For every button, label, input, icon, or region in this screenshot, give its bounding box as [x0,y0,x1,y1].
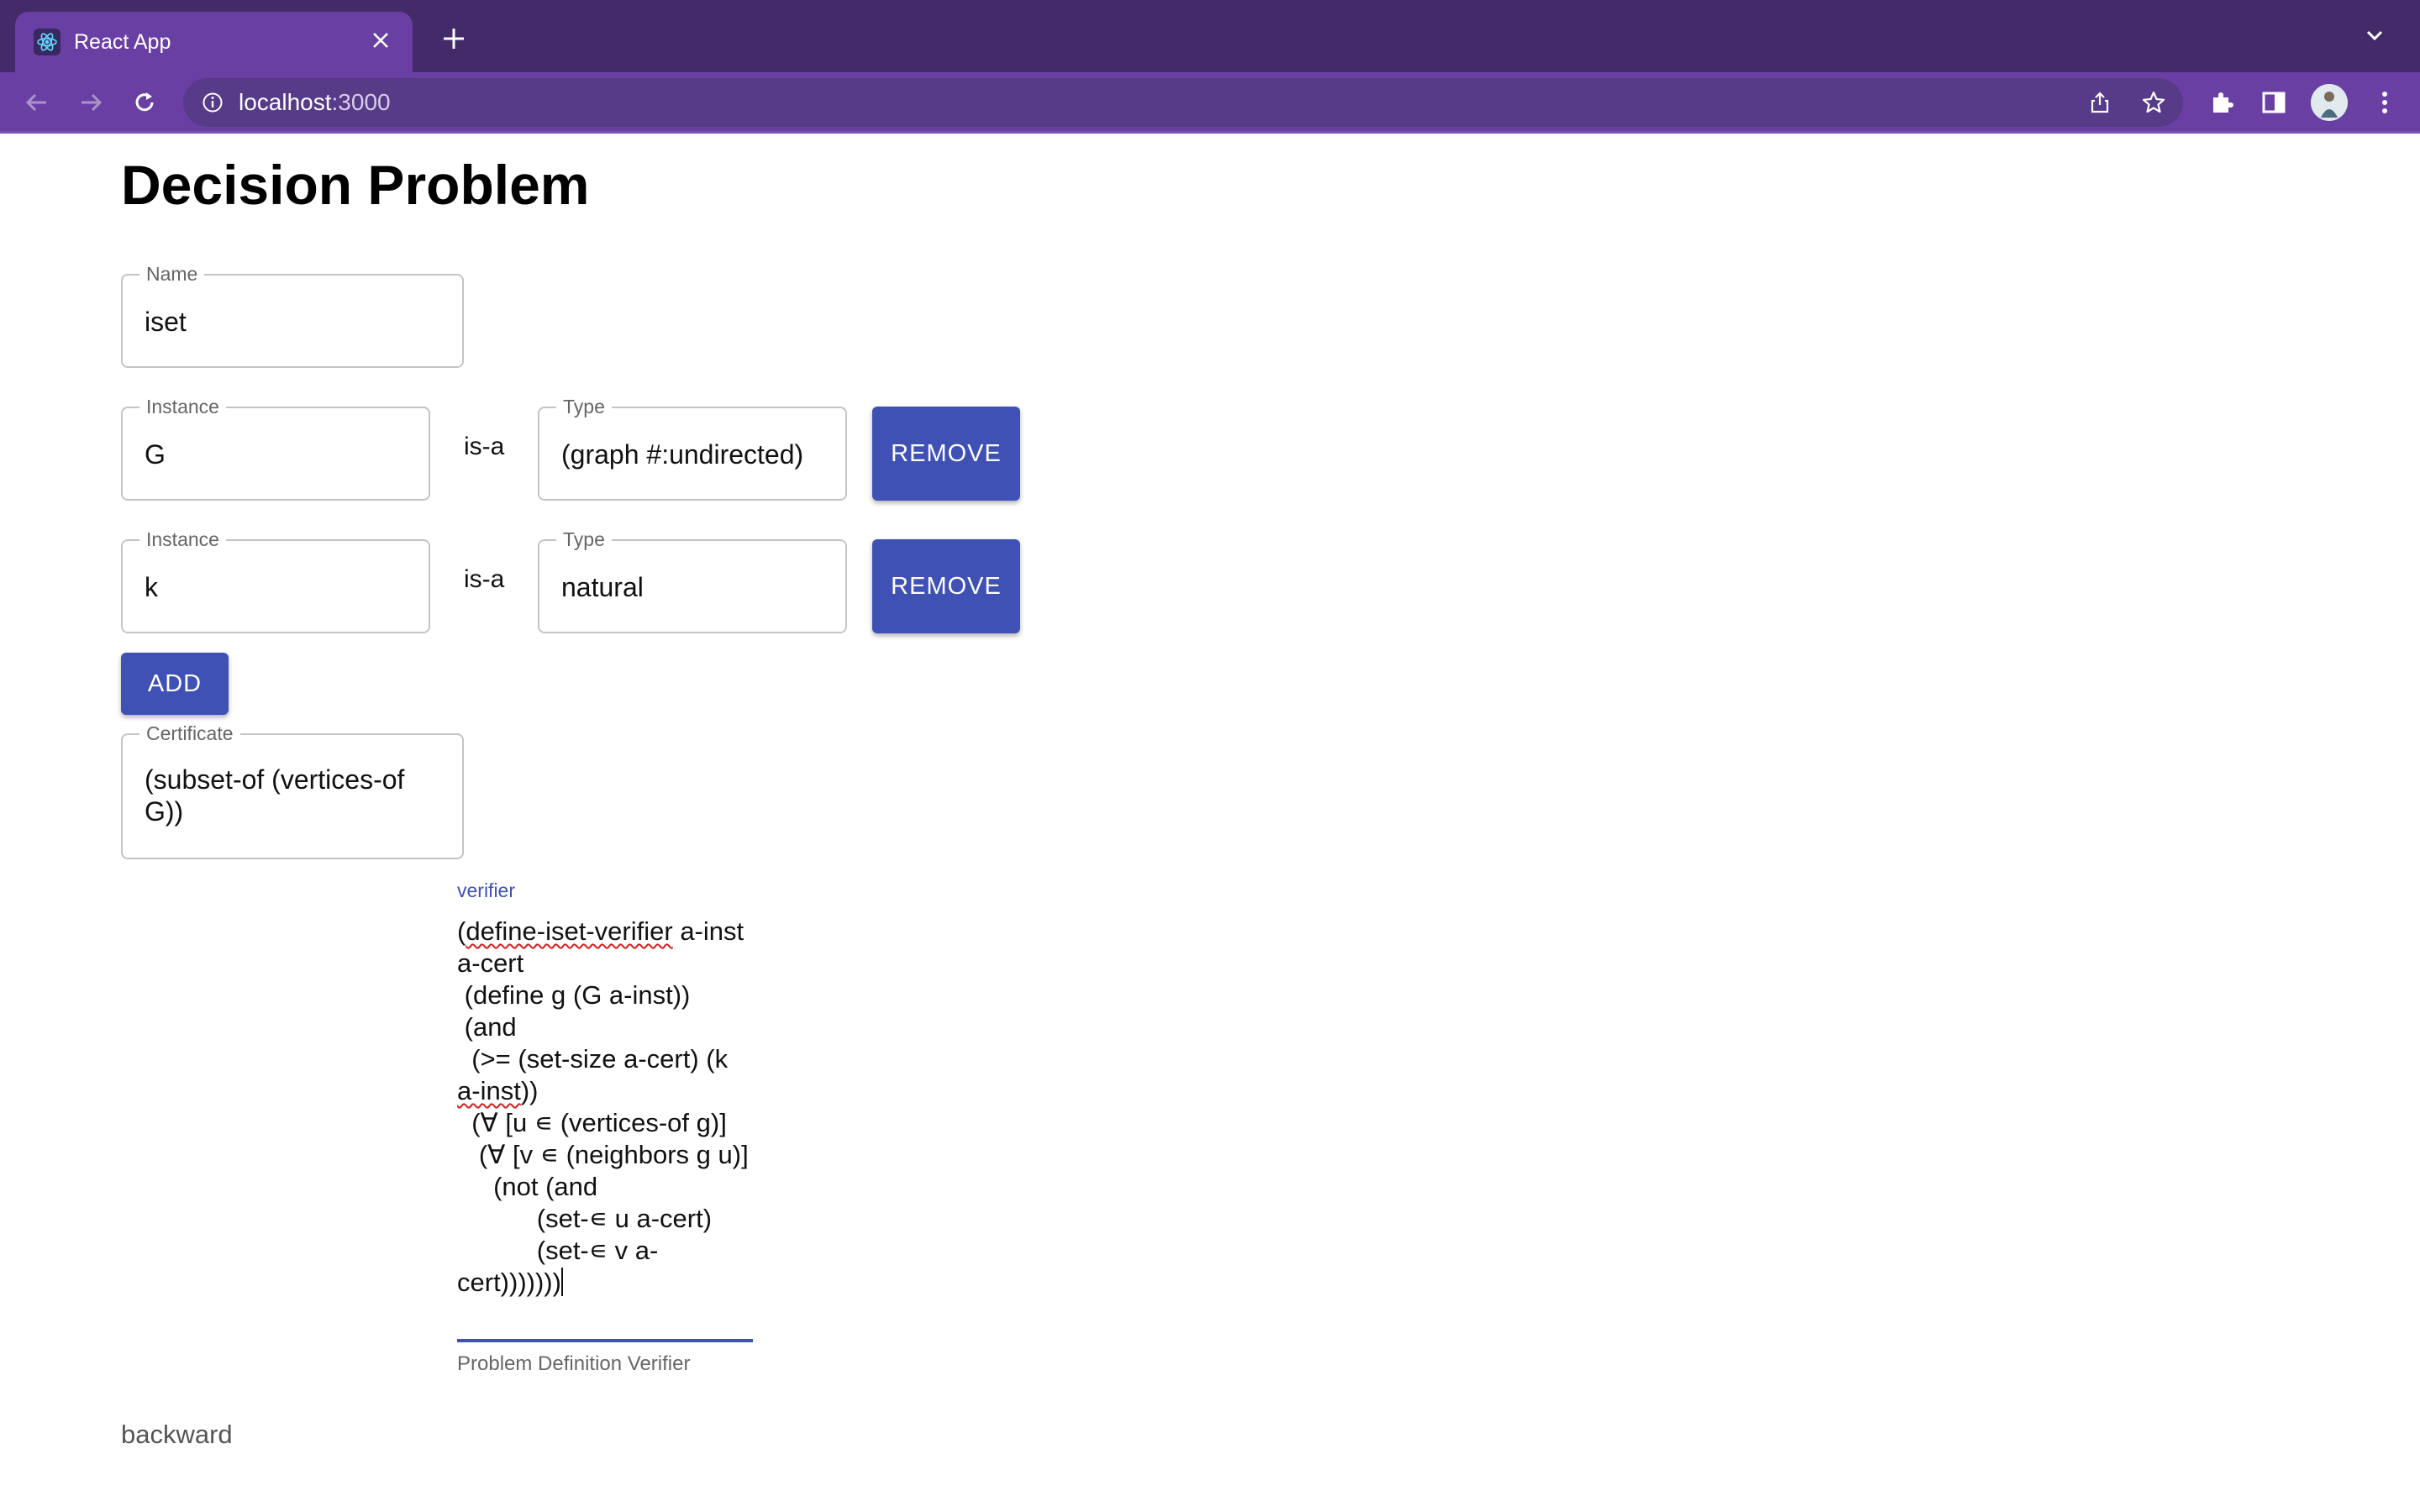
verifier-line: (∀ [v ∊ (neighbors g u)] [457,1140,749,1169]
instance-field-value[interactable]: k [145,571,412,603]
page-title: Decision Problem [121,154,590,216]
name-field-value[interactable]: iset [145,306,445,338]
verifier-line: (set-∊ u a-cert) [457,1204,713,1233]
browser-tab-strip: React App [0,0,2420,72]
browser-tab-active[interactable]: React App [15,12,413,72]
site-info-icon[interactable] [200,90,225,115]
profile-avatar[interactable] [2311,84,2348,121]
certificate-field-value[interactable]: (subset-of (vertices-of G)) [145,764,412,827]
verifier-line-misspelled: a-inst [457,1076,521,1105]
verifier-focus-underline [457,1339,753,1342]
certificate-field-label: Certificate [139,722,240,744]
is-a-label: is-a [464,433,505,460]
forward-arrow-icon[interactable] [71,82,111,123]
toolbar-bottom-border [0,131,2420,134]
type-field-value[interactable]: natural [561,571,829,603]
tab-close-icon[interactable] [364,24,397,57]
verifier-line: (∀ [u ∊ (vertices-of g)] [457,1108,727,1137]
instance-field[interactable]: Instance G [121,396,430,501]
url-port: :3000 [331,89,391,115]
verifier-line: (>= (set-size a-cert) (k a-inst)) [457,1044,735,1105]
new-tab-plus-icon[interactable] [437,22,471,55]
more-menu-kebab-icon[interactable] [2366,84,2403,121]
verifier-field-label: verifier [457,879,516,901]
bookmark-star-icon[interactable] [2139,88,2168,117]
instance-field-label: Instance [139,396,226,417]
react-logo-icon [34,29,60,55]
verifier-line: (set-∊ v a-cert))))))) [457,1236,659,1297]
instance-field[interactable]: Instance k [121,528,430,633]
share-icon[interactable] [2086,88,2114,117]
verifier-line: (define g (G a-inst)) [457,980,691,1010]
remove-button[interactable]: REMOVE [872,539,1020,633]
add-button[interactable]: ADD [121,653,229,715]
certificate-field[interactable]: Certificate (subset-of (vertices-of G)) [121,722,464,859]
name-field-label: Name [139,263,205,285]
type-field-label: Type [556,528,612,550]
type-field-value[interactable]: (graph #:undirected) [561,438,829,470]
text-caret [560,1268,563,1296]
tab-title: React App [74,30,171,54]
verifier-line: (define-iset-verifier a-inst a-cert [457,916,751,978]
name-field[interactable]: Name iset [121,263,464,368]
instance-field-label: Instance [139,528,226,550]
tab-search-chevron-down-icon[interactable] [2363,24,2396,57]
address-bar[interactable]: localhost:3000 [183,78,2183,127]
verifier-textarea[interactable]: (define-iset-verifier a-inst a-cert (def… [457,916,751,1299]
type-field[interactable]: Type (graph #:undirected) [538,396,847,501]
verifier-line-fn: define-iset-verifier [466,916,673,946]
is-a-label: is-a [464,565,505,593]
url-host: localhost [239,89,332,115]
side-panel-icon[interactable] [2255,84,2292,121]
url-text: localhost:3000 [239,89,391,116]
remove-button[interactable]: REMOVE [872,407,1020,501]
type-field[interactable]: Type natural [538,528,847,633]
back-arrow-icon[interactable] [17,82,57,123]
reload-icon[interactable] [124,82,165,123]
backward-link[interactable]: backward [121,1420,233,1450]
browser-toolbar: localhost:3000 [0,72,2420,133]
instance-field-value[interactable]: G [145,438,412,470]
verifier-line-head: (>= (set-size a-cert) (k [457,1044,735,1074]
verifier-line: (not (and [457,1172,598,1201]
verifier-helper-text: Problem Definition Verifier [457,1352,691,1375]
verifier-line: (and [457,1012,517,1042]
verifier-line-tail: )) [520,1076,539,1105]
extensions-puzzle-icon[interactable] [2203,84,2240,121]
type-field-label: Type [556,396,612,417]
